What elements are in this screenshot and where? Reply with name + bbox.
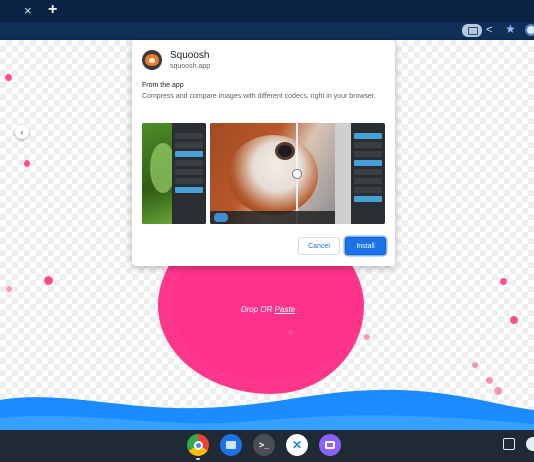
tab-strip bbox=[0, 0, 534, 22]
app-description: Compress and compare images with differe… bbox=[142, 93, 376, 100]
carousel-prev-icon[interactable]: ‹ bbox=[15, 125, 29, 139]
screenshot-2[interactable] bbox=[210, 123, 385, 224]
decor-dot bbox=[6, 286, 12, 292]
section-title: From the app bbox=[142, 82, 184, 89]
decor-dot bbox=[472, 362, 478, 368]
screenshot-1[interactable] bbox=[142, 123, 206, 224]
cancel-button[interactable]: Cancel bbox=[298, 237, 340, 255]
address-bar[interactable] bbox=[0, 22, 534, 38]
app-name: Squoosh bbox=[170, 50, 210, 61]
decor-dot bbox=[500, 278, 507, 285]
decor-dot bbox=[510, 316, 518, 324]
decor-dot bbox=[5, 74, 12, 81]
paste-link[interactable]: Paste bbox=[275, 305, 295, 314]
compare-slider-handle bbox=[292, 169, 302, 179]
bookmark-star-icon[interactable]: ★ bbox=[505, 22, 516, 37]
install-app-dialog: Squoosh squoosh.app From the app Compres… bbox=[132, 40, 395, 266]
chat-icon[interactable] bbox=[319, 434, 341, 456]
profile-icon[interactable] bbox=[525, 24, 534, 36]
clipboard-icon[interactable] bbox=[503, 438, 515, 450]
screenshot-panel bbox=[351, 123, 385, 224]
vscode-icon[interactable]: ✕ bbox=[286, 434, 308, 456]
terminal-icon[interactable]: >_ bbox=[253, 434, 275, 456]
blue-wave bbox=[0, 389, 534, 430]
drop-label: Drop OR bbox=[240, 305, 273, 314]
files-icon[interactable] bbox=[220, 434, 242, 456]
decor-dot bbox=[364, 334, 370, 340]
new-tab-icon[interactable]: + bbox=[48, 1, 57, 19]
running-indicator bbox=[196, 458, 200, 460]
chrome-icon[interactable] bbox=[187, 434, 209, 456]
install-button[interactable]: Install bbox=[345, 237, 386, 255]
decor-dot bbox=[24, 160, 30, 167]
install-app-icon[interactable] bbox=[462, 24, 482, 37]
squoosh-logo-icon bbox=[142, 50, 162, 70]
screenshot-panel bbox=[172, 123, 206, 224]
drop-hint: Drop OR Paste bbox=[228, 305, 308, 314]
decor-dot bbox=[288, 330, 293, 335]
decor-dot bbox=[44, 276, 53, 285]
share-icon[interactable]: < bbox=[486, 23, 492, 37]
status-tray-icon[interactable] bbox=[526, 437, 534, 451]
close-tab-icon[interactable]: × bbox=[24, 3, 32, 19]
app-domain: squoosh.app bbox=[170, 63, 211, 70]
